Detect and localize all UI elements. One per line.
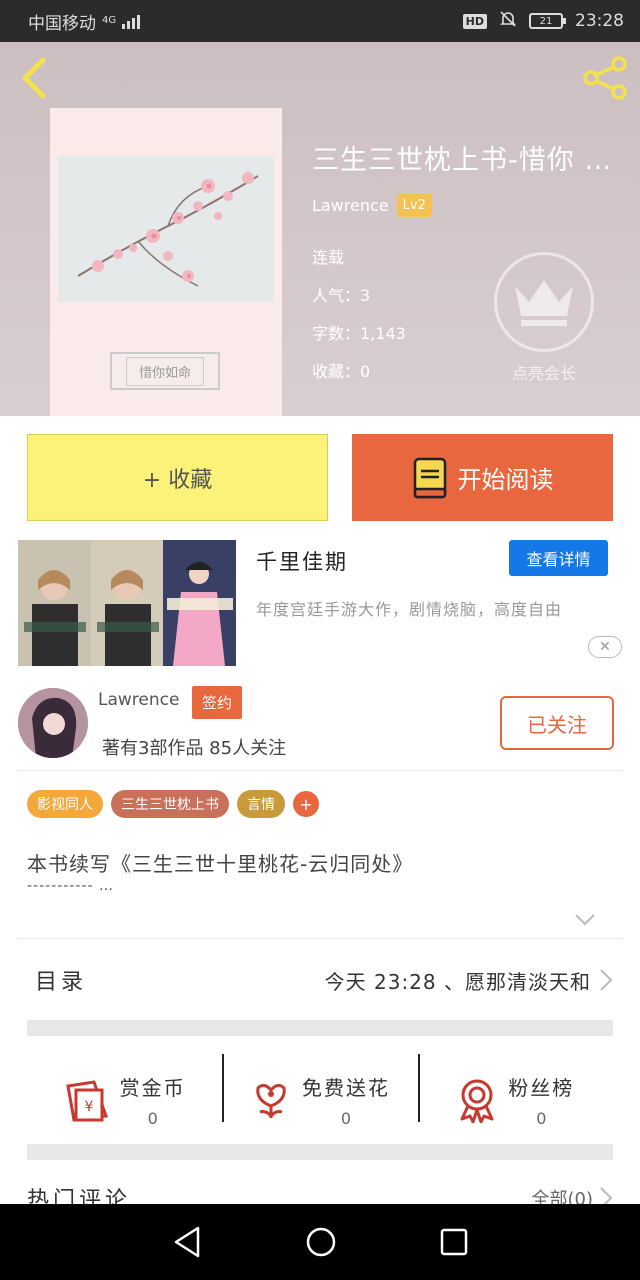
book-author-name[interactable]: Lawrence	[312, 196, 389, 215]
book-intro-continued: ----------- …	[27, 878, 115, 894]
book-icon	[413, 457, 446, 498]
nav-back-icon[interactable]	[172, 1226, 202, 1258]
reward-coins-button[interactable]: ¥ 赏金币 0	[27, 1052, 222, 1148]
book-intro: 本书续写《三生三世十里桃花-云归同处》	[27, 852, 414, 876]
reward-coins-label: 赏金币	[119, 1076, 186, 1100]
ad-view-details-button[interactable]: 查看详情	[509, 540, 608, 576]
author-card[interactable]: Lawrence 签约 著有3部作品 85人关注 已关注	[18, 686, 622, 770]
cover-title-stamp: 惜你如命	[110, 352, 220, 390]
all-comments-link[interactable]: 全部(0)	[532, 1185, 594, 1206]
book-author-row: Lawrence Lv2	[312, 194, 432, 217]
back-button[interactable]	[14, 54, 54, 102]
catalog-label: 目录	[35, 970, 88, 995]
fan-ranking-count: 0	[536, 1109, 547, 1128]
hd-icon: HD	[462, 13, 487, 29]
ad-image	[90, 540, 164, 666]
battery-icon: 21	[529, 13, 566, 29]
chevron-right-icon	[600, 1187, 613, 1206]
collect-button[interactable]: + 收藏	[27, 434, 328, 521]
support-actions: ¥ 赏金币 0 免费送花 0 粉丝榜 0	[27, 1052, 613, 1148]
flower-icon	[256, 1083, 286, 1119]
word-count-stat: 字数：1,143	[312, 324, 406, 343]
cover-blossom-art	[58, 156, 274, 302]
network-type: 4G	[102, 15, 117, 26]
start-reading-label: 开始阅读	[457, 466, 554, 494]
avatar[interactable]	[18, 688, 88, 758]
divider	[18, 938, 622, 939]
tag-fan-fiction[interactable]: 影视同人	[27, 790, 103, 818]
svg-text:¥: ¥	[84, 1099, 93, 1115]
nav-recents-icon[interactable]	[440, 1228, 468, 1256]
hot-comments-header[interactable]: 热门评论 全部(0)	[27, 1178, 613, 1206]
fan-ranking-label: 粉丝榜	[508, 1076, 575, 1100]
level-badge: Lv2	[396, 194, 432, 217]
reward-coins-count: 0	[147, 1109, 158, 1128]
nav-home-icon[interactable]	[305, 1226, 337, 1258]
chevron-down-icon	[575, 914, 595, 926]
section-separator	[27, 1144, 613, 1160]
serial-status: 连载	[312, 248, 345, 267]
share-icon	[583, 56, 627, 100]
author-name: Lawrence	[98, 690, 180, 710]
ad-images	[18, 540, 237, 666]
tag-list: 影视同人 三生三世枕上书 言情 +	[27, 790, 319, 818]
light-up-chairman-button[interactable]: 点亮会长	[494, 252, 594, 384]
ad-title: 千里佳期	[256, 550, 348, 574]
add-tag-button[interactable]: +	[293, 791, 319, 817]
ad-banner[interactable]: 千里佳期 查看详情 年度宫廷手游大作，剧情烧脑，高度自由 ✕	[18, 540, 622, 666]
expand-intro-button[interactable]	[574, 912, 596, 931]
author-stats: 著有3部作品 85人关注	[102, 738, 287, 759]
book-title: 三生三世枕上书-惜你 …	[312, 145, 613, 176]
book-detail-body: + 收藏 开始阅读 千里佳期 查看详情 年度宫廷手游大作，剧情烧脑，高度自由 ✕	[0, 416, 640, 1206]
hot-comments-label: 热门评论	[27, 1188, 132, 1206]
share-button[interactable]	[580, 54, 632, 102]
book-header: 惜你如命 三生三世枕上书-惜你 … Lawrence Lv2 连载 人气：3 字…	[0, 42, 640, 416]
carrier-name: 中国移动	[28, 13, 96, 34]
send-flower-label: 免费送花	[301, 1076, 390, 1100]
divider	[18, 770, 622, 771]
tag-romance[interactable]: 言情	[237, 790, 285, 818]
crown-icon	[515, 280, 573, 326]
tag-series[interactable]: 三生三世枕上书	[111, 790, 229, 818]
crown-label: 点亮会长	[511, 364, 576, 383]
mute-bell-icon	[499, 10, 517, 33]
ribbon-award-icon	[460, 1079, 494, 1123]
ad-image	[163, 540, 237, 666]
follow-button[interactable]: 已关注	[500, 696, 614, 750]
start-reading-button[interactable]: 开始阅读	[352, 434, 613, 521]
red-envelope-icon: ¥	[65, 1080, 108, 1122]
status-bar: 中国移动 4G HD 21 23:28	[0, 0, 640, 42]
system-navigation-bar	[0, 1204, 640, 1280]
send-flower-button[interactable]: 免费送花 0	[222, 1052, 417, 1148]
signal-icon	[122, 13, 141, 29]
chevron-left-icon	[22, 57, 46, 99]
ad-description: 年度宫廷手游大作，剧情烧脑，高度自由	[256, 600, 563, 619]
clock: 23:28	[575, 11, 624, 31]
popularity-stat: 人气：3	[312, 286, 371, 305]
fan-ranking-button[interactable]: 粉丝榜 0	[417, 1052, 613, 1148]
favorites-stat: 收藏：0	[312, 362, 371, 381]
section-separator	[27, 1020, 613, 1036]
latest-chapter: 今天 23:28 、愿那清淡天和	[324, 969, 591, 994]
carrier-info: 中国移动 4G	[28, 9, 141, 34]
ad-close-button[interactable]: ✕	[588, 636, 622, 658]
send-flower-count: 0	[340, 1109, 352, 1128]
book-cover[interactable]: 惜你如命	[50, 108, 282, 416]
signed-badge: 签约	[192, 686, 243, 719]
crown-badge	[494, 252, 594, 352]
catalog-row[interactable]: 目录 今天 23:28 、愿那清淡天和	[27, 940, 613, 1020]
ad-image	[18, 540, 91, 666]
chevron-right-icon	[600, 969, 613, 991]
